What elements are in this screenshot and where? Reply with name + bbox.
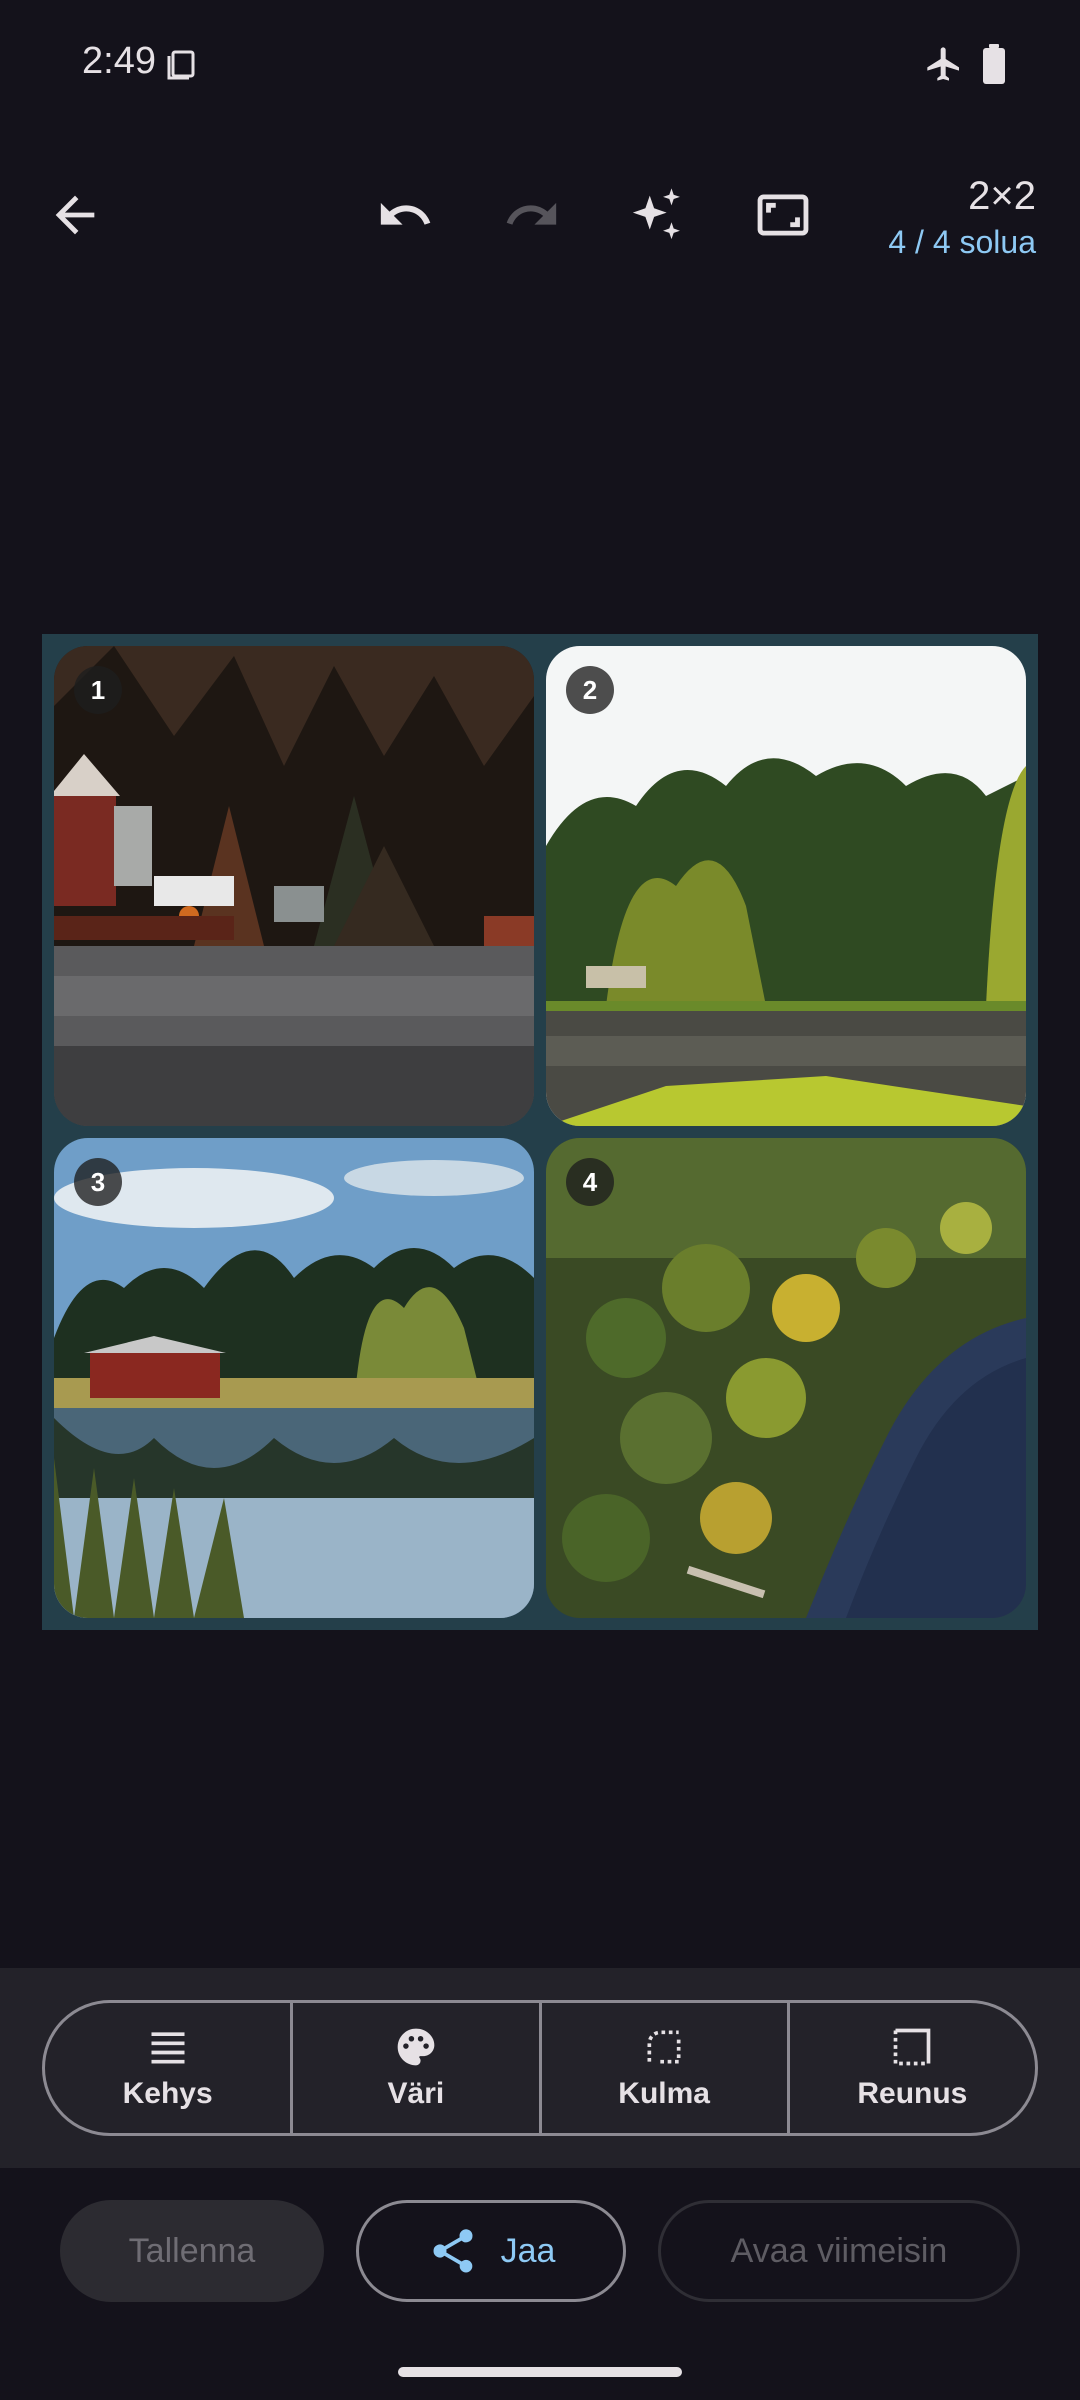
tool-frame-label: Kehys [122, 2077, 213, 2110]
grid-size-label: 2×2 [968, 174, 1036, 218]
battery-icon [983, 44, 1005, 84]
collage-cell-4[interactable]: 4 [546, 1138, 1026, 1618]
border-style-icon [894, 2028, 931, 2066]
photo-harbor [54, 646, 534, 1126]
status-bar: 2:49 [0, 0, 1080, 130]
undo-button[interactable] [370, 180, 440, 250]
share-button[interactable]: Jaa [356, 2200, 626, 2302]
tool-border-button[interactable]: Reunus [790, 2003, 1035, 2133]
photo-lakeside [546, 646, 1026, 1126]
cell-number-badge: 3 [74, 1158, 122, 1206]
share-icon [433, 2229, 473, 2273]
action-bar: Tallenna Jaa Avaa viimeisin [0, 2196, 1080, 2306]
sparkle-icon [632, 188, 680, 240]
cell-number-badge: 1 [74, 666, 122, 714]
back-button[interactable] [40, 180, 110, 250]
cell-number-badge: 2 [566, 666, 614, 714]
collage-canvas: 1 2 3 4 [42, 634, 1038, 1630]
tool-frame-button[interactable]: Kehys [45, 2003, 294, 2133]
editor-toolbar: 2×2 4 / 4 solua [0, 160, 1080, 270]
cell-count-label: 4 / 4 solua [888, 224, 1036, 260]
share-label: Jaa [500, 2231, 556, 2270]
tools-panel: Kehys Väri Kulma Reunus [0, 1968, 1080, 2168]
save-button[interactable]: Tallenna [60, 2200, 324, 2302]
airplane-mode-icon [927, 47, 959, 81]
grid-info: 2×2 4 / 4 solua [888, 170, 1036, 262]
redo-button[interactable] [497, 180, 567, 250]
arrow-back-icon [55, 195, 95, 235]
collage-cell-3[interactable]: 3 [54, 1138, 534, 1618]
rounded-corner-icon [647, 2030, 681, 2064]
cell-number-badge: 4 [566, 1158, 614, 1206]
sim-card-icon [167, 50, 195, 80]
undo-icon [380, 202, 431, 225]
aspect-ratio-button[interactable] [748, 180, 818, 250]
open-latest-button[interactable]: Avaa viimeisin [658, 2200, 1020, 2302]
tool-segmented-control: Kehys Väri Kulma Reunus [42, 2000, 1038, 2136]
tool-corner-label: Kulma [618, 2077, 710, 2110]
collage-cell-2[interactable]: 2 [546, 646, 1026, 1126]
tool-border-label: Reunus [857, 2077, 968, 2110]
home-indicator[interactable] [398, 2367, 682, 2377]
palette-icon [397, 2028, 435, 2066]
auto-enhance-button[interactable] [622, 180, 692, 250]
frame-lines-icon [151, 2032, 185, 2064]
collage-cell-1[interactable]: 1 [54, 646, 534, 1126]
status-time: 2:49 [82, 40, 156, 82]
photo-red-barn [54, 1138, 534, 1618]
redo-icon [506, 202, 557, 225]
tool-color-button[interactable]: Väri [293, 2003, 542, 2133]
tool-color-label: Väri [387, 2077, 445, 2110]
tool-corner-button[interactable]: Kulma [542, 2003, 790, 2133]
photo-aerial-lake [546, 1138, 1026, 1618]
aspect-ratio-icon [757, 194, 809, 236]
